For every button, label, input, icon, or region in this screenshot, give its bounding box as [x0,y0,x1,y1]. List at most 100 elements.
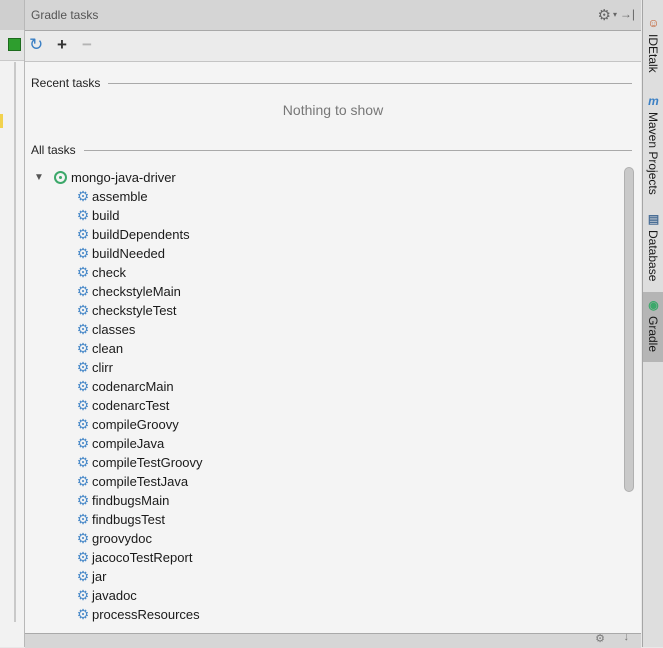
refresh-icon[interactable]: ↻ [29,34,43,56]
right-tool-strip: ☺ IDEtalk m Maven Projects ▤ Database ◉ … [642,0,663,647]
panel-toolbar: ↻ + − [25,31,641,62]
task-label: compileTestJava [92,474,189,489]
task-gear-icon: ⚙ [76,283,90,299]
task-item[interactable]: ⚙ buildNeeded [75,244,165,263]
task-item[interactable]: ⚙ build [75,206,120,225]
task-item[interactable]: ⚙ compileGroovy [75,415,179,434]
task-gear-icon: ⚙ [76,321,90,337]
collapse-arrow-icon[interactable]: ▼ [34,172,54,183]
maven-icon: m [648,94,659,108]
panel-bottom-bar: ⚙ ↓ [25,631,641,648]
task-label: classes [92,322,136,337]
task-label: jacocoTestReport [92,550,193,565]
tab-gradle[interactable]: ◉ Gradle [643,292,663,362]
task-item[interactable]: ⚙ clirr [75,358,113,377]
task-item[interactable]: ⚙ compileTestJava [75,472,188,491]
editor-gutter [0,0,25,647]
all-separator [81,150,632,151]
task-gear-icon: ⚙ [76,473,90,489]
task-label: checkstyleMain [92,284,181,299]
task-gear-icon: ⚙ [76,511,90,527]
settings-gear-icon[interactable]: ⚙ [598,6,611,24]
tab-idetalk[interactable]: ☺ IDEtalk [643,16,663,78]
scrollbar-thumb[interactable] [624,167,634,492]
task-gear-icon: ⚙ [76,264,90,280]
task-item[interactable]: ⚙ jacocoTestReport [75,548,193,567]
panel-titlebar: Gradle tasks ⚙ ▾ →| [25,0,641,31]
task-label: codenarcMain [92,379,174,394]
project-node[interactable]: ▼ mongo-java-driver [34,168,176,186]
task-label: jar [92,569,107,584]
task-gear-icon: ⚙ [76,435,90,451]
all-tasks-header: All tasks [31,143,84,157]
change-marker [0,114,3,128]
task-gear-icon: ⚙ [76,397,90,413]
task-item[interactable]: ⚙ codenarcTest [75,396,170,415]
tab-label: Maven Projects [646,112,660,195]
task-item[interactable]: ⚙ assemble [75,187,148,206]
task-label: javadoc [92,588,137,603]
chevron-down-icon[interactable]: ▾ [613,10,617,19]
task-gear-icon: ⚙ [76,340,90,356]
task-gear-icon: ⚙ [76,359,90,375]
tab-label: IDEtalk [646,34,660,73]
gutter-line [14,62,16,622]
bottom-gear-icon[interactable]: ⚙ [595,632,605,645]
add-task-button[interactable]: + [57,34,67,56]
gradle-icon [54,170,67,184]
task-gear-icon: ⚙ [76,568,90,584]
project-name: mongo-java-driver [71,169,176,185]
task-item[interactable]: ⚙ processResources [75,605,200,624]
task-gear-icon: ⚙ [76,416,90,432]
recent-separator [105,83,632,84]
task-gear-icon: ⚙ [76,378,90,394]
task-item[interactable]: ⚙ checkstyleTest [75,301,177,320]
task-item[interactable]: ⚙ classes [75,320,136,339]
task-label: compileTestGroovy [92,455,203,470]
task-item[interactable]: ⚙ checkstyleMain [75,282,181,301]
task-label: processResources [92,607,200,622]
task-item[interactable]: ⚙ findbugsMain [75,491,170,510]
tab-database[interactable]: ▤ Database [643,210,663,284]
remove-task-button[interactable]: − [82,34,92,56]
editor-tab-header [0,0,24,31]
task-gear-icon: ⚙ [76,207,90,223]
tab-label: Gradle [646,316,660,353]
task-gear-icon: ⚙ [76,606,90,622]
recent-tasks-header: Recent tasks [31,76,109,90]
database-icon: ▤ [647,212,660,226]
task-item[interactable]: ⚙ buildDependents [75,225,190,244]
task-label: findbugsMain [92,493,170,508]
task-item[interactable]: ⚙ groovydoc [75,529,152,548]
task-label: compileGroovy [92,417,179,432]
recent-empty-text: Nothing to show [282,102,384,118]
task-label: build [92,208,120,223]
task-item[interactable]: ⚙ check [75,263,126,282]
panel-title: Gradle tasks [31,8,99,22]
task-label: buildDependents [92,227,190,242]
task-item[interactable]: ⚙ codenarcMain [75,377,174,396]
task-gear-icon: ⚙ [76,302,90,318]
task-label: groovydoc [92,531,152,546]
task-gear-icon: ⚙ [76,454,90,470]
task-item[interactable]: ⚙ findbugsTest [75,510,165,529]
task-label: checkstyleTest [92,303,177,318]
tab-maven-projects[interactable]: m Maven Projects [643,92,663,196]
hide-panel-icon[interactable]: →| [620,7,635,21]
task-item[interactable]: ⚙ javadoc [75,586,137,605]
bottom-hide-icon[interactable]: ↓ [624,631,630,643]
run-status-icon[interactable] [8,38,21,51]
task-label: assemble [92,189,148,204]
task-item[interactable]: ⚙ jar [75,567,107,586]
person-icon: ☺ [647,16,660,30]
task-label: clean [92,341,124,356]
task-item[interactable]: ⚙ compileJava [75,434,165,453]
tab-label: Database [646,230,660,282]
task-item[interactable]: ⚙ clean [75,339,123,358]
vertical-scrollbar[interactable] [622,165,636,627]
task-item[interactable]: ⚙ compileTestGroovy [75,453,203,472]
task-tree: ▼ mongo-java-driver ⚙ assemble ⚙ build ⚙ buil… [25,165,621,627]
task-gear-icon: ⚙ [76,530,90,546]
task-label: check [92,265,126,280]
task-label: codenarcTest [92,398,170,413]
